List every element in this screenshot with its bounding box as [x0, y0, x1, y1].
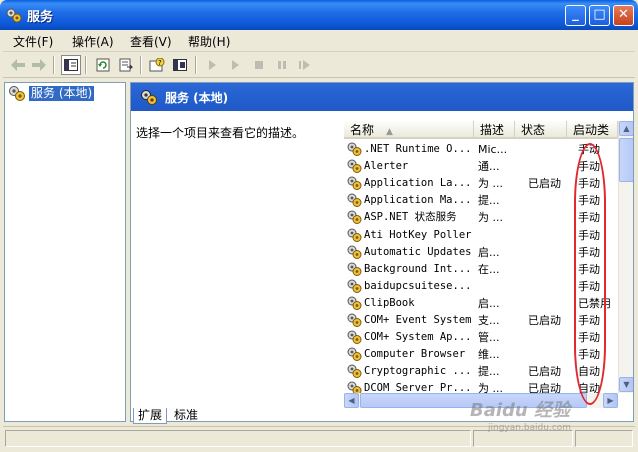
baidu-watermark-url: jingyan.baidu.com — [488, 423, 572, 433]
service-status: 已启动 — [528, 314, 561, 327]
vertical-scrollbar[interactable]: ▲ ▼ — [618, 121, 633, 393]
maximize-button[interactable]: □ — [589, 5, 610, 26]
service-description: 在... — [478, 262, 500, 276]
description-hint: 选择一个项目来查看它的描述。 — [136, 126, 305, 140]
menu-file[interactable]: 文件(F) — [13, 33, 53, 50]
pane-header: 服务 (本地) — [131, 83, 633, 111]
service-gear-icon — [347, 330, 362, 345]
scroll-up-icon[interactable]: ▲ — [619, 121, 633, 136]
tree-node-label: 服务 (本地) — [29, 85, 95, 101]
close-button[interactable]: ✕ — [613, 5, 634, 26]
service-name: Ati HotKey Poller — [364, 228, 472, 241]
sort-ascending-icon: ▲ — [386, 127, 393, 137]
menu-view[interactable]: 查看(V) — [130, 33, 172, 50]
service-gear-icon — [347, 296, 362, 310]
baidu-watermark: Baidu 经验 — [470, 400, 571, 421]
service-name: Automatic Updates — [364, 245, 472, 258]
menu-help[interactable]: 帮助(H) — [188, 33, 230, 50]
table-row[interactable]: .NET Runtime O... Mic... 手动 — [344, 141, 618, 158]
refresh-icon[interactable] — [93, 55, 113, 75]
service-name: Alerter — [364, 160, 409, 173]
service-description: 为 ... — [478, 177, 503, 191]
service-description: 通... — [478, 160, 500, 174]
restart-icon[interactable] — [295, 55, 315, 75]
service-name: Cryptographic ... — [364, 365, 472, 378]
service-name: Computer Browser — [364, 348, 466, 361]
service-name: baidupcsuitese... — [364, 279, 472, 292]
service-gear-icon — [347, 210, 362, 225]
service-description: 为 ... — [478, 211, 503, 225]
service-name: COM+ System Ap... — [364, 331, 472, 344]
service-description: 支... — [478, 314, 500, 327]
window-title: 服务 — [27, 10, 54, 25]
services-gear-icon — [6, 8, 22, 23]
column-header-description[interactable]: 描述 — [474, 121, 515, 139]
scroll-left-icon[interactable]: ◀ — [344, 393, 359, 408]
menu-bar: 文件(F) 操作(A) 查看(V) 帮助(H) — [3, 30, 635, 52]
minimize-button[interactable]: _ — [565, 5, 586, 26]
start-icon[interactable] — [225, 55, 245, 75]
service-gear-icon — [347, 279, 362, 293]
service-gear-icon — [347, 193, 362, 208]
toolbar: ? — [3, 52, 635, 78]
column-header-status[interactable]: 状态 — [515, 121, 567, 139]
status-cell-3 — [575, 430, 633, 447]
service-name: Application Ma... — [364, 194, 472, 207]
service-gear-icon — [347, 245, 362, 259]
scroll-right-icon[interactable]: ▶ — [603, 393, 618, 408]
menu-action[interactable]: 操作(A) — [72, 33, 114, 50]
services-gear-icon — [141, 90, 157, 105]
scroll-down-icon[interactable]: ▼ — [619, 377, 633, 392]
status-cell-main — [5, 430, 471, 447]
service-name: Application La... — [364, 177, 472, 190]
help-icon[interactable]: ? — [147, 55, 167, 75]
service-name: Background Int... — [364, 262, 472, 275]
service-gear-icon — [347, 142, 362, 156]
pause-icon[interactable] — [272, 55, 292, 75]
column-header-name[interactable]: 名称 ▲ — [344, 121, 474, 139]
svg-text:?: ? — [158, 59, 162, 67]
service-description: 启... — [478, 296, 500, 310]
service-status: 已启动 — [528, 365, 561, 379]
details-pane: 服务 (本地) 选择一个项目来查看它的描述。 名称 ▲ 描述 状态 启动类 .NE… — [130, 82, 634, 422]
service-description: 提... — [478, 365, 500, 379]
show-hide-tree-icon[interactable] — [61, 55, 81, 75]
service-name: ASP.NET 状态服务 — [364, 211, 457, 224]
view-tabs: 扩展 标准 — [130, 408, 430, 424]
service-gear-icon — [347, 313, 362, 327]
vertical-scroll-thumb[interactable] — [619, 138, 633, 182]
console-tree: 服务 (本地) — [4, 82, 126, 422]
service-gear-icon — [347, 347, 362, 362]
tab-extended[interactable]: 扩展 — [133, 408, 168, 424]
forward-arrow-icon[interactable] — [29, 55, 49, 75]
service-description: Mic... — [478, 143, 508, 156]
service-gear-icon — [347, 176, 362, 191]
red-annotation-oval — [574, 143, 606, 405]
back-arrow-icon[interactable] — [8, 55, 28, 75]
service-gear-icon — [347, 159, 362, 174]
export-list-icon[interactable] — [116, 55, 136, 75]
service-description: 启... — [478, 245, 500, 259]
service-status: 已启动 — [528, 177, 561, 191]
service-gear-icon — [347, 262, 362, 276]
pane-header-title: 服务 (本地) — [165, 91, 229, 105]
service-description: 提... — [478, 194, 500, 208]
service-name: ClipBook — [364, 296, 415, 309]
tab-standard[interactable]: 标准 — [170, 408, 202, 424]
service-description: 管... — [478, 331, 500, 345]
service-gear-icon — [347, 364, 362, 379]
service-name: .NET Runtime O... — [364, 143, 472, 155]
service-name: COM+ Event System — [364, 314, 472, 326]
services-gear-icon — [9, 86, 25, 101]
service-description: 维... — [478, 348, 500, 362]
tree-node-services-local[interactable]: 服务 (本地) — [8, 85, 95, 101]
list-header: 名称 ▲ 描述 状态 启动类 — [344, 121, 618, 139]
title-bar[interactable]: 服务 _ □ ✕ — [0, 0, 638, 30]
service-gear-icon — [347, 228, 362, 242]
stop-icon[interactable] — [249, 55, 269, 75]
column-header-startup[interactable]: 启动类 — [567, 121, 618, 139]
properties-icon[interactable] — [170, 55, 190, 75]
start-service-icon[interactable] — [202, 55, 222, 75]
